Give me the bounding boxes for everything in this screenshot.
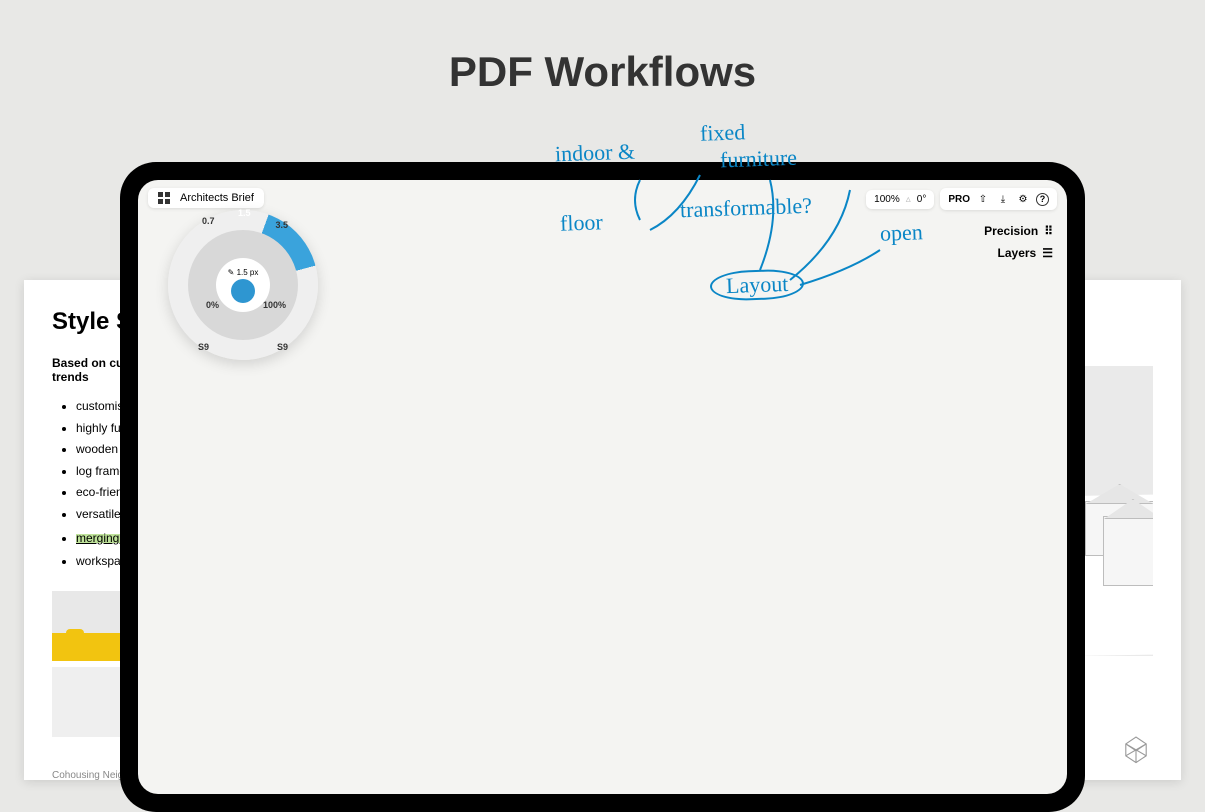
precision-toggle[interactable]: Precision ⠿ bbox=[984, 224, 1053, 238]
radial-knob[interactable] bbox=[231, 279, 255, 303]
layers-toggle[interactable]: Layers ☰ bbox=[998, 246, 1053, 260]
gallery-icon[interactable] bbox=[158, 192, 170, 204]
precision-grid-icon: ⠿ bbox=[1044, 224, 1053, 238]
zoom-value: 100% bbox=[874, 194, 900, 205]
hw-fixed: fixed bbox=[700, 119, 746, 147]
radial-07: 0.7 bbox=[202, 216, 215, 226]
tablet-screen: Architects Brief 100% ▵ 0° PRO ⇧ ⤓ ⚙ ? P… bbox=[138, 180, 1067, 794]
top-right-controls: 100% ▵ 0° PRO ⇧ ⤓ ⚙ ? bbox=[866, 188, 1057, 210]
app-toolbar: Architects Brief bbox=[148, 188, 264, 208]
help-icon[interactable]: ? bbox=[1036, 193, 1049, 206]
tablet-frame: Architects Brief 100% ▵ 0° PRO ⇧ ⤓ ⚙ ? P… bbox=[120, 162, 1085, 812]
zoom-angle-pill[interactable]: 100% ▵ 0° bbox=[866, 190, 934, 209]
radial-inner[interactable]: ✎ 1.5 px bbox=[216, 258, 270, 312]
side-panel-labels: Precision ⠿ Layers ☰ bbox=[984, 224, 1053, 260]
page-headline: PDF Workflows bbox=[0, 0, 1205, 96]
cube-logo-icon bbox=[1119, 732, 1153, 766]
radial-s-right: S9 bbox=[277, 342, 288, 352]
radial-15: 1.5 bbox=[238, 208, 251, 218]
layers-icon: ☰ bbox=[1042, 246, 1053, 260]
upload-icon[interactable]: ⇧ bbox=[976, 192, 990, 206]
angle-value: 0° bbox=[917, 194, 927, 205]
download-icon[interactable]: ⤓ bbox=[996, 192, 1010, 206]
radial-tool[interactable]: ✎ 1.5 px 0.7 1.5 3.5 0% 100% S9 S9 bbox=[168, 210, 318, 360]
radial-100pct: 100% bbox=[263, 300, 286, 310]
radial-35: 3.5 bbox=[275, 220, 288, 230]
pro-badge[interactable]: PRO bbox=[948, 194, 970, 205]
pro-actions: PRO ⇧ ⤓ ⚙ ? bbox=[940, 188, 1057, 210]
project-name[interactable]: Architects Brief bbox=[180, 192, 254, 204]
brush-size-value: 1.5 px bbox=[237, 268, 259, 277]
precision-label: Precision bbox=[984, 224, 1038, 238]
gear-icon[interactable]: ⚙ bbox=[1016, 192, 1030, 206]
layers-label: Layers bbox=[998, 246, 1037, 260]
radial-0pct: 0% bbox=[206, 300, 219, 310]
radial-s-left: S9 bbox=[198, 342, 209, 352]
